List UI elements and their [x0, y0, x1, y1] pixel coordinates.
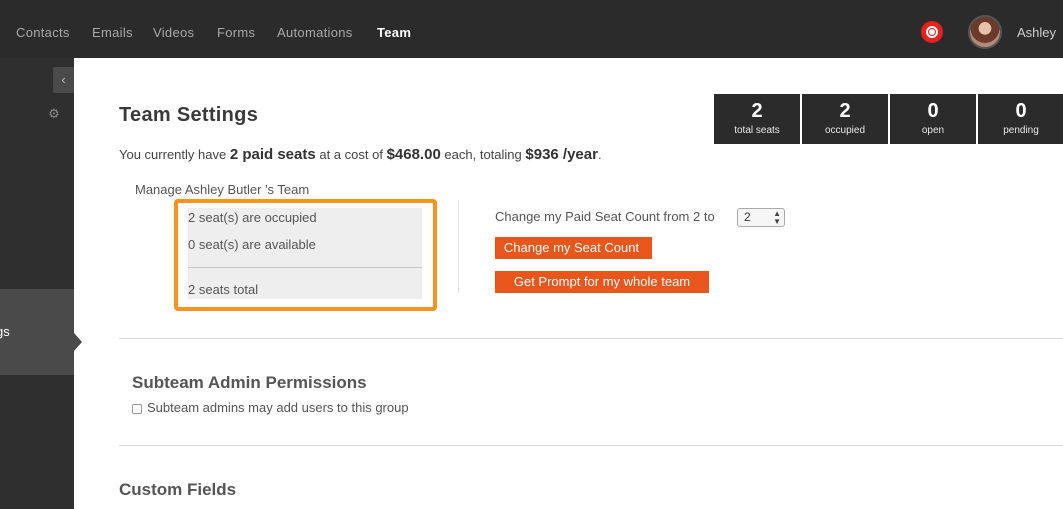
cost-each: $468.00: [386, 146, 441, 163]
stat-value: 0: [1015, 100, 1027, 122]
summary-each: each, totaling: [444, 147, 522, 162]
stat-label: occupied: [824, 125, 866, 136]
stat-total-seats: 2 total seats: [714, 94, 800, 144]
seat-count-select[interactable]: 2 ▲ ▼: [737, 208, 785, 227]
sidebar-item-label: gs: [0, 324, 10, 339]
gear-icon[interactable]: ⚙: [47, 107, 61, 121]
top-navigation: Contacts Emails Videos Forms Automations…: [0, 0, 1063, 58]
stat-value: 0: [927, 100, 939, 122]
divider: [188, 267, 422, 268]
stat-open: 0 open: [890, 94, 976, 144]
seat-count-value: 2: [744, 210, 751, 224]
total-cost: $936 /year: [525, 146, 598, 163]
record-icon[interactable]: [921, 21, 943, 43]
subteam-admin-checkbox-label[interactable]: Subteam admins may add users to this gro…: [147, 400, 409, 415]
stat-label: total seats: [734, 125, 780, 136]
paid-seats: 2 paid seats: [229, 146, 316, 163]
stat-occupied: 2 occupied: [802, 94, 888, 144]
sidebar-active-caret: [74, 333, 82, 351]
select-arrows-icon: ▲ ▼: [773, 209, 781, 226]
stat-label: pending: [1003, 125, 1039, 136]
manage-team-label: Manage Ashley Butler 's Team: [135, 182, 310, 197]
sidebar-item-settings[interactable]: gs: [0, 289, 74, 375]
get-prompt-button[interactable]: Get Prompt for my whole team: [495, 271, 709, 293]
nav-item-emails[interactable]: Emails: [92, 25, 133, 40]
seats-available: 0 seat(s) are available: [188, 237, 316, 252]
custom-fields-title: Custom Fields: [119, 480, 237, 499]
stat-value: 2: [751, 100, 763, 122]
avatar[interactable]: [968, 15, 1002, 49]
chevron-left-icon[interactable]: ‹: [53, 67, 74, 93]
seats-occupied: 2 seat(s) are occupied: [188, 210, 317, 225]
seat-summary: You currently have 2 paid seats at a cos…: [119, 146, 602, 163]
seats-total: 2 seats total: [188, 282, 259, 297]
nav-item-forms[interactable]: Forms: [217, 25, 255, 40]
stat-label: open: [921, 125, 945, 136]
vertical-divider: [458, 200, 459, 293]
seat-status-panel: 2 seat(s) are occupied 0 seat(s) are ava…: [188, 208, 422, 299]
summary-prefix: You currently have: [119, 147, 227, 162]
page-title: Team Settings: [119, 104, 259, 126]
nav-item-team[interactable]: Team: [377, 25, 411, 40]
summary-end: .: [597, 147, 602, 162]
nav-item-videos[interactable]: Videos: [153, 25, 194, 40]
subteam-admin-checkbox[interactable]: [132, 404, 142, 414]
stat-pending: 0 pending: [978, 94, 1063, 144]
change-seat-count-label: Change my Paid Seat Count from 2 to: [495, 209, 715, 224]
change-seat-count-button[interactable]: Change my Seat Count: [495, 237, 652, 259]
subteam-permissions-title: Subteam Admin Permissions: [132, 373, 367, 392]
summary-mid: at a cost of: [319, 147, 383, 162]
section-divider: [119, 445, 1063, 446]
nav-item-automations[interactable]: Automations: [277, 25, 353, 40]
section-divider: [119, 338, 1063, 339]
sidebar: ‹ ⚙ gs: [0, 58, 74, 509]
nav-item-contacts[interactable]: Contacts: [16, 25, 70, 40]
stat-value: 2: [839, 100, 851, 122]
user-name[interactable]: Ashley: [1017, 25, 1056, 40]
